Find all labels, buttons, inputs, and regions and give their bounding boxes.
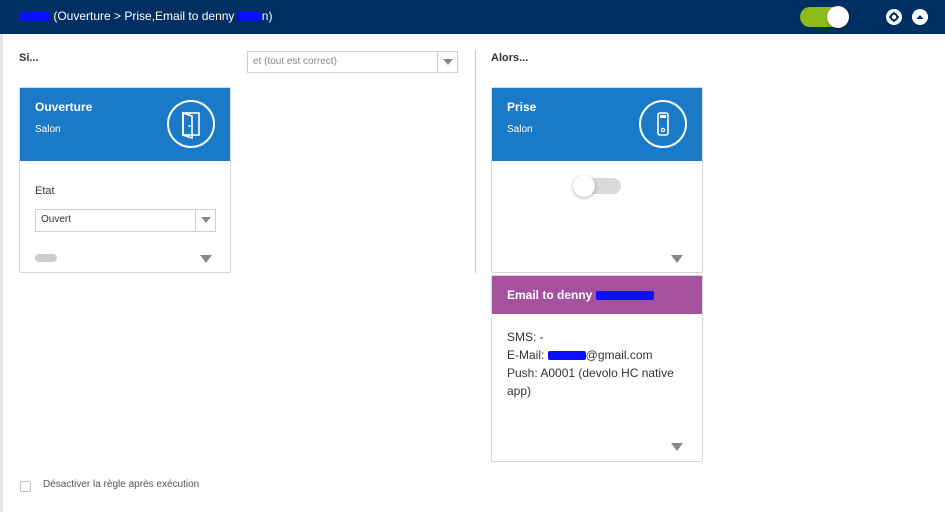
email-suffix: @gmail.com xyxy=(585,348,653,362)
gear-icon[interactable] xyxy=(886,9,902,25)
plug-icon xyxy=(639,100,687,148)
door-icon xyxy=(167,100,215,148)
email-line: E-Mail: @gmail.com xyxy=(507,346,697,364)
left-border xyxy=(0,34,3,512)
action-card-prise: Prise Salon xyxy=(491,87,703,273)
card-header: Prise Salon xyxy=(492,88,702,161)
rule-name-redacted xyxy=(20,12,50,22)
status-indicator xyxy=(35,254,57,262)
rule-description: (Ouverture > Prise,Email to denny xyxy=(53,9,235,23)
conditions-label: Si... xyxy=(19,52,39,64)
card-header: Ouverture Salon xyxy=(20,88,230,161)
sms-line: SMS: - xyxy=(507,330,544,344)
chevron-down-icon[interactable] xyxy=(200,255,212,263)
chevron-down-icon xyxy=(195,210,215,231)
redacted-name xyxy=(237,12,262,22)
card-room: Salon xyxy=(507,124,533,135)
push-line: Push: A0001 (devolo HC native app) xyxy=(507,366,674,398)
redacted-email xyxy=(547,351,586,361)
state-label: Etat xyxy=(35,185,55,197)
toggle-knob xyxy=(573,175,595,197)
chevron-down-icon xyxy=(437,52,457,72)
email-details: SMS: - E-Mail: @gmail.com Push: A0001 (d… xyxy=(507,328,697,400)
actions-label: Alors... xyxy=(491,52,529,64)
operator-select[interactable]: et (tout est correct) xyxy=(247,51,458,73)
card-title: Prise xyxy=(507,100,537,114)
email-prefix: E-Mail: xyxy=(507,348,548,362)
chevron-up-icon[interactable] xyxy=(912,9,928,25)
card-title: Ouverture xyxy=(35,100,93,114)
column-divider xyxy=(475,50,476,273)
chevron-down-icon[interactable] xyxy=(671,443,683,451)
rule-description-end: n) xyxy=(261,9,273,23)
card-header: Email to denny xyxy=(492,276,702,314)
state-select[interactable]: Ouvert xyxy=(35,209,216,232)
operator-select-value: et (tout est correct) xyxy=(253,56,337,67)
condition-card-ouverture: Ouverture Salon Etat Ouvert xyxy=(19,87,231,273)
redacted-name xyxy=(595,291,654,301)
toggle-knob xyxy=(827,6,849,28)
rule-title: (Ouverture > Prise,Email to denny n) xyxy=(20,9,272,23)
plug-switch-toggle[interactable] xyxy=(573,175,621,197)
state-select-value: Ouvert xyxy=(41,214,72,225)
card-title: Email to denny xyxy=(507,288,654,302)
disable-after-checkbox[interactable] xyxy=(20,481,31,492)
chevron-down-icon[interactable] xyxy=(671,255,683,263)
disable-after-label: Désactiver la règle après exécution xyxy=(43,479,200,490)
card-room: Salon xyxy=(35,124,61,135)
email-card-title-text: Email to denny xyxy=(507,288,593,302)
rule-header: (Ouverture > Prise,Email to denny n) xyxy=(0,0,945,34)
action-card-email: Email to denny SMS: - E-Mail: @gmail.com… xyxy=(491,275,703,462)
rule-active-toggle[interactable] xyxy=(800,6,849,28)
